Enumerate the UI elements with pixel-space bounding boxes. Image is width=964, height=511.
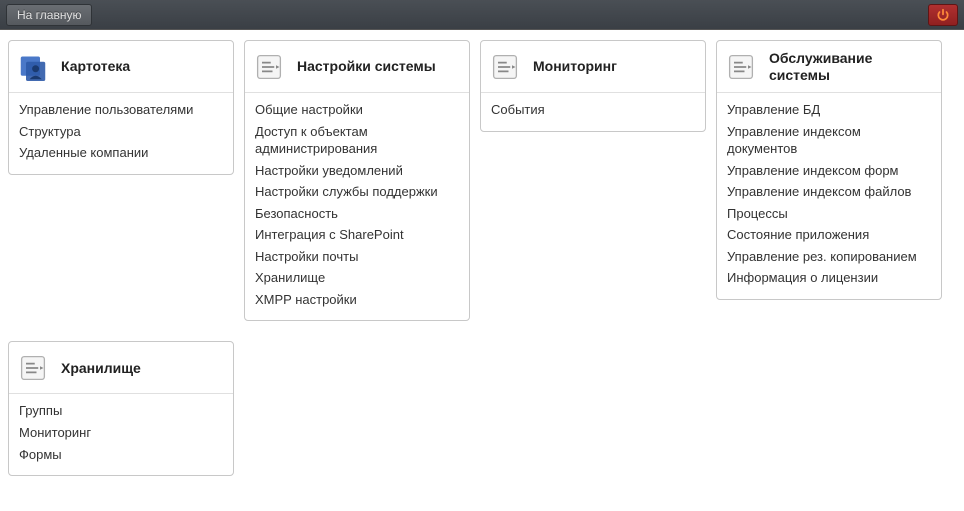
card-service: Обслуживание системы Управление БД Управ… xyxy=(716,40,942,300)
card-item[interactable]: Интеграция с SharePoint xyxy=(255,224,459,246)
card-item[interactable]: Структура xyxy=(19,121,223,143)
people-icon xyxy=(19,53,47,81)
doc-icon xyxy=(491,53,519,81)
top-toolbar: На главную xyxy=(0,0,964,30)
card-item[interactable]: Управление индексом форм xyxy=(727,160,931,182)
card-items: Управление пользователями Структура Удал… xyxy=(9,93,233,174)
card-item[interactable]: Мониторинг xyxy=(19,422,223,444)
card-header: Хранилище xyxy=(9,342,233,394)
home-button[interactable]: На главную xyxy=(6,4,92,26)
card-item[interactable]: Процессы xyxy=(727,203,931,225)
card-item[interactable]: Общие настройки xyxy=(255,99,459,121)
card-title: Настройки системы xyxy=(297,58,436,75)
card-items: Общие настройки Доступ к объектам админи… xyxy=(245,93,469,320)
card-settings: Настройки системы Общие настройки Доступ… xyxy=(244,40,470,321)
power-button[interactable] xyxy=(928,4,958,26)
card-item[interactable]: Состояние приложения xyxy=(727,224,931,246)
card-item[interactable]: Доступ к объектам администрирования xyxy=(255,121,459,160)
dashboard: Картотека Управление пользователями Стру… xyxy=(0,30,964,486)
card-title: Обслуживание системы xyxy=(769,50,931,84)
card-header: Мониторинг xyxy=(481,41,705,93)
card-item[interactable]: Безопасность xyxy=(255,203,459,225)
card-title: Картотека xyxy=(61,58,130,75)
card-item[interactable]: Хранилище xyxy=(255,267,459,289)
card-item[interactable]: Настройки почты xyxy=(255,246,459,268)
card-header: Картотека xyxy=(9,41,233,93)
card-item[interactable]: Информация о лицензии xyxy=(727,267,931,289)
card-item[interactable]: События xyxy=(491,99,695,121)
card-item[interactable]: Управление БД xyxy=(727,99,931,121)
card-items: События xyxy=(481,93,705,131)
doc-icon xyxy=(727,53,755,81)
card-storage: Хранилище Группы Мониторинг Формы xyxy=(8,341,234,476)
card-header: Настройки системы xyxy=(245,41,469,93)
card-title: Мониторинг xyxy=(533,58,617,75)
card-item[interactable]: Управление индексом документов xyxy=(727,121,931,160)
doc-icon xyxy=(255,53,283,81)
power-icon xyxy=(936,8,950,22)
card-item[interactable]: Настройки службы поддержки xyxy=(255,181,459,203)
doc-icon xyxy=(19,354,47,382)
card-item[interactable]: Управление пользователями xyxy=(19,99,223,121)
card-items: Управление БД Управление индексом докуме… xyxy=(717,93,941,299)
card-item[interactable]: Удаленные компании xyxy=(19,142,223,164)
card-title: Хранилище xyxy=(61,360,141,377)
card-header: Обслуживание системы xyxy=(717,41,941,93)
card-kartoteka: Картотека Управление пользователями Стру… xyxy=(8,40,234,175)
card-item[interactable]: Управление рез. копированием xyxy=(727,246,931,268)
card-items: Группы Мониторинг Формы xyxy=(9,394,233,475)
card-item[interactable]: Управление индексом файлов xyxy=(727,181,931,203)
card-item[interactable]: Формы xyxy=(19,444,223,466)
card-item[interactable]: Группы xyxy=(19,400,223,422)
card-monitoring: Мониторинг События xyxy=(480,40,706,132)
card-item[interactable]: XMPP настройки xyxy=(255,289,459,311)
card-item[interactable]: Настройки уведомлений xyxy=(255,160,459,182)
